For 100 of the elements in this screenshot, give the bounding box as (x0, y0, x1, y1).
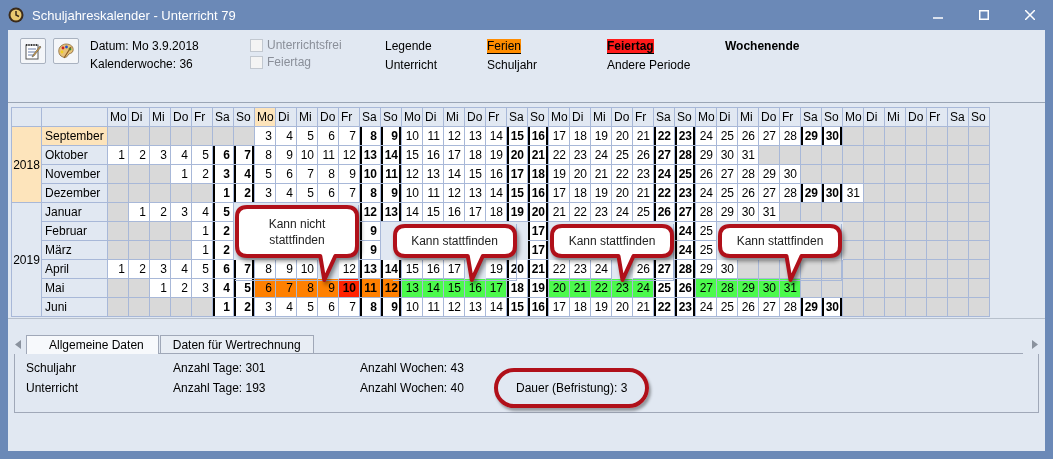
day-cell[interactable]: 25 (675, 165, 696, 184)
day-cell[interactable]: 12 (444, 184, 465, 203)
day-cell[interactable]: 24 (612, 203, 633, 222)
day-cell[interactable]: 9 (276, 260, 297, 279)
day-cell[interactable]: 17 (528, 222, 549, 241)
day-cell[interactable]: 2 (129, 260, 150, 279)
day-cell[interactable]: 9 (318, 279, 339, 298)
day-cell[interactable]: 24 (675, 241, 696, 260)
day-cell[interactable]: 13 (423, 165, 444, 184)
day-cell[interactable]: 12 (444, 127, 465, 146)
day-cell[interactable]: 13 (402, 279, 423, 298)
day-cell[interactable]: 14 (402, 203, 423, 222)
month-label[interactable]: Oktober (42, 146, 108, 165)
day-cell[interactable]: 23 (612, 279, 633, 298)
day-cell[interactable]: 7 (234, 260, 255, 279)
day-cell[interactable]: 30 (759, 279, 780, 298)
day-cell[interactable]: 6 (318, 127, 339, 146)
day-cell[interactable]: 26 (696, 165, 717, 184)
day-cell[interactable]: 24 (654, 165, 675, 184)
day-cell[interactable]: 30 (717, 146, 738, 165)
day-cell[interactable]: 28 (675, 146, 696, 165)
scroll-right-icon[interactable] (1031, 340, 1039, 349)
day-cell[interactable]: 8 (255, 260, 276, 279)
day-cell[interactable]: 15 (423, 203, 444, 222)
day-cell[interactable]: 22 (570, 203, 591, 222)
day-cell[interactable]: 15 (507, 298, 528, 317)
close-button[interactable] (1025, 10, 1035, 20)
day-cell[interactable]: 19 (591, 127, 612, 146)
day-cell[interactable]: 7 (234, 146, 255, 165)
day-cell[interactable]: 12 (381, 279, 402, 298)
day-cell[interactable]: 21 (528, 260, 549, 279)
day-cell[interactable]: 23 (675, 298, 696, 317)
day-cell[interactable]: 20 (528, 203, 549, 222)
maximize-button[interactable] (979, 10, 989, 20)
day-cell[interactable]: 22 (549, 146, 570, 165)
day-cell[interactable]: 27 (759, 127, 780, 146)
day-cell[interactable]: 1 (108, 260, 129, 279)
day-cell[interactable]: 2 (192, 165, 213, 184)
day-cell[interactable]: 17 (444, 146, 465, 165)
day-cell[interactable]: 12 (339, 146, 360, 165)
day-cell[interactable]: 8 (360, 127, 381, 146)
day-cell[interactable]: 9 (381, 127, 402, 146)
day-cell[interactable]: 6 (213, 146, 234, 165)
day-cell[interactable]: 23 (675, 184, 696, 203)
day-cell[interactable]: 9 (360, 241, 381, 260)
day-cell[interactable]: 16 (486, 165, 507, 184)
day-cell[interactable]: 6 (276, 165, 297, 184)
day-cell[interactable]: 25 (633, 203, 654, 222)
day-cell[interactable]: 11 (318, 146, 339, 165)
day-cell[interactable]: 7 (339, 298, 360, 317)
day-cell[interactable]: 22 (654, 184, 675, 203)
day-cell[interactable]: 15 (507, 184, 528, 203)
day-cell[interactable]: 14 (486, 127, 507, 146)
day-cell[interactable]: 25 (717, 127, 738, 146)
day-cell[interactable]: 8 (360, 184, 381, 203)
day-cell[interactable]: 1 (129, 203, 150, 222)
day-cell[interactable]: 25 (717, 184, 738, 203)
day-cell[interactable]: 13 (381, 203, 402, 222)
day-cell[interactable]: 29 (801, 127, 822, 146)
day-cell[interactable]: 18 (465, 146, 486, 165)
day-cell[interactable]: 25 (612, 146, 633, 165)
day-cell[interactable]: 8 (318, 165, 339, 184)
scroll-left-icon[interactable] (14, 340, 22, 349)
day-cell[interactable]: 30 (822, 184, 843, 203)
day-cell[interactable]: 27 (759, 184, 780, 203)
day-cell[interactable]: 3 (255, 298, 276, 317)
day-cell[interactable]: 18 (528, 165, 549, 184)
day-cell[interactable]: 25 (654, 279, 675, 298)
day-cell[interactable]: 11 (360, 279, 381, 298)
day-cell[interactable]: 5 (192, 260, 213, 279)
day-cell[interactable]: 29 (717, 203, 738, 222)
day-cell[interactable]: 24 (696, 184, 717, 203)
day-cell[interactable]: 26 (654, 203, 675, 222)
day-cell[interactable]: 29 (801, 184, 822, 203)
day-cell[interactable]: 4 (276, 184, 297, 203)
day-cell[interactable]: 9 (381, 184, 402, 203)
day-cell[interactable]: 5 (213, 203, 234, 222)
day-cell[interactable]: 13 (465, 127, 486, 146)
day-cell[interactable]: 26 (738, 127, 759, 146)
day-cell[interactable]: 27 (696, 279, 717, 298)
day-cell[interactable]: 3 (192, 279, 213, 298)
day-cell[interactable]: 3 (255, 127, 276, 146)
month-label[interactable]: Januar (42, 203, 108, 222)
day-cell[interactable]: 13 (360, 146, 381, 165)
day-cell[interactable]: 15 (465, 165, 486, 184)
day-cell[interactable]: 8 (360, 298, 381, 317)
tab[interactable]: Allgemeine Daten (26, 335, 159, 354)
day-cell[interactable]: 6 (318, 298, 339, 317)
day-cell[interactable]: 30 (717, 260, 738, 279)
day-cell[interactable]: 13 (360, 260, 381, 279)
day-cell[interactable]: 19 (507, 203, 528, 222)
day-cell[interactable]: 30 (738, 203, 759, 222)
day-cell[interactable]: 16 (528, 127, 549, 146)
day-cell[interactable]: 4 (276, 127, 297, 146)
day-cell[interactable]: 9 (381, 298, 402, 317)
day-cell[interactable]: 3 (171, 203, 192, 222)
day-cell[interactable]: 28 (738, 165, 759, 184)
day-cell[interactable]: 1 (213, 184, 234, 203)
day-cell[interactable]: 17 (549, 184, 570, 203)
day-cell[interactable]: 19 (528, 279, 549, 298)
